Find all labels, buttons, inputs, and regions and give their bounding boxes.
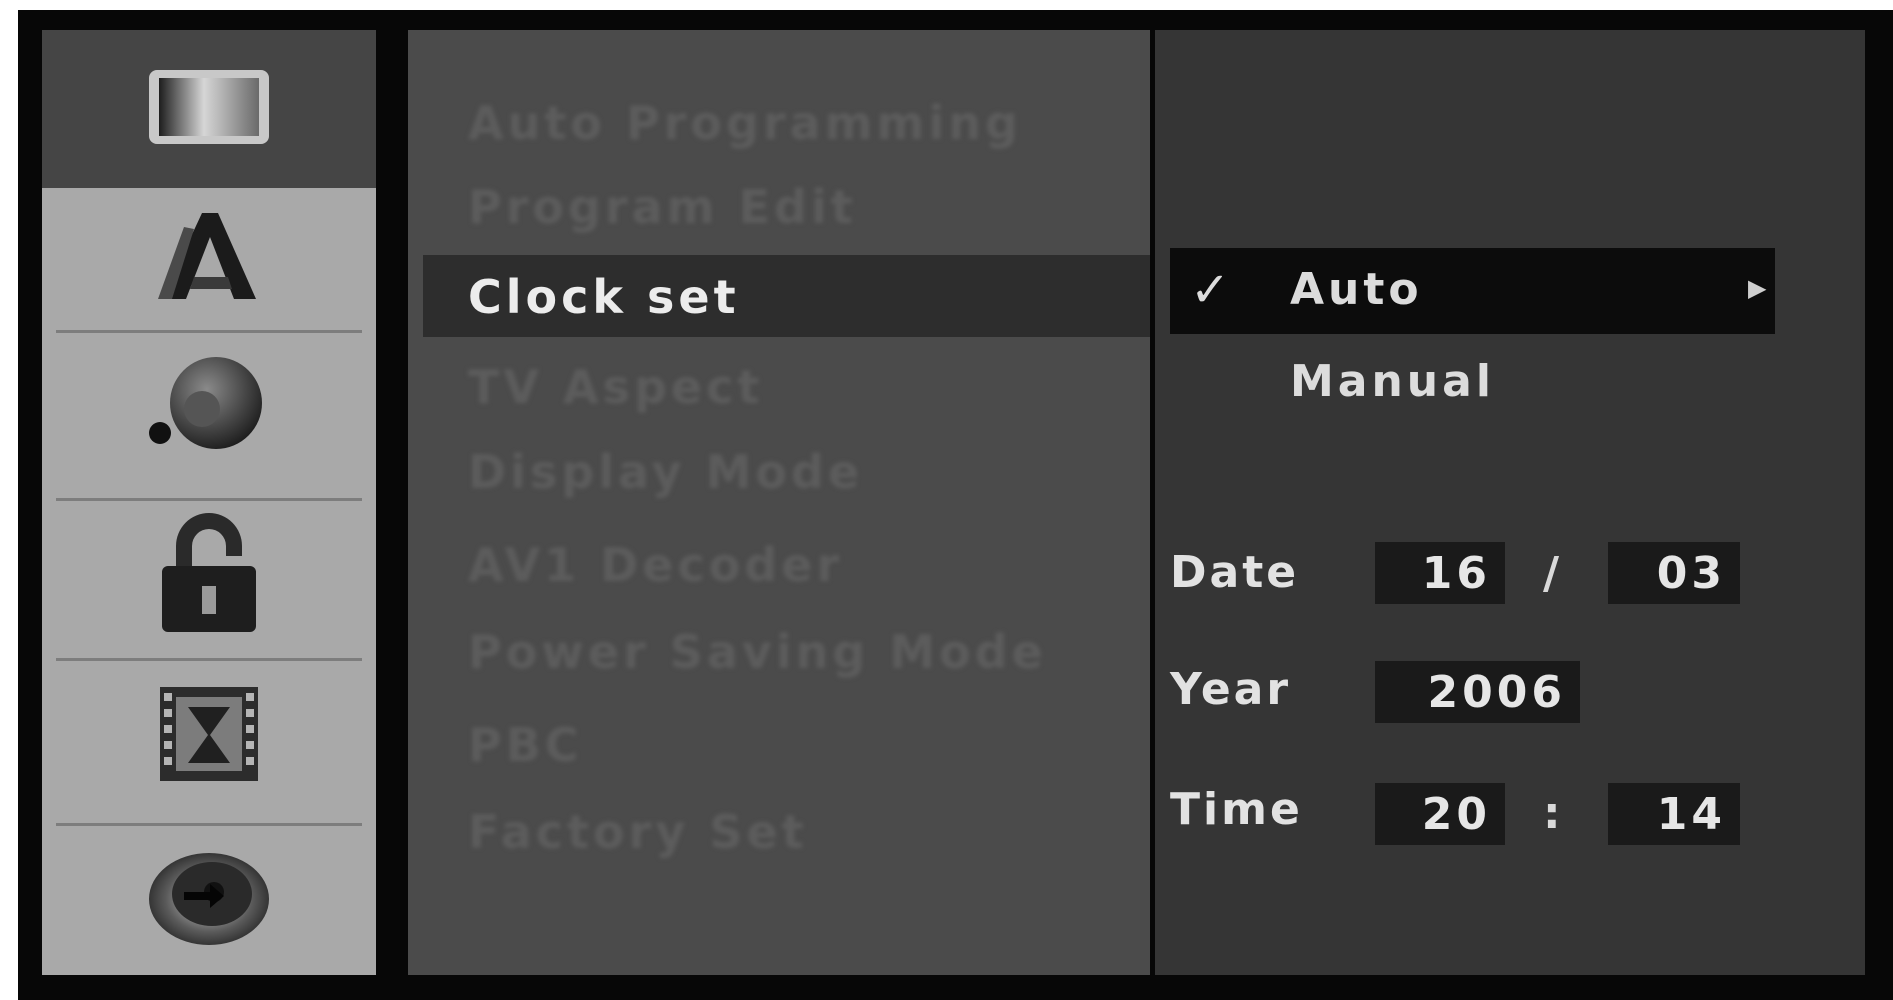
category-lock[interactable] <box>42 501 376 651</box>
option-auto-highlight[interactable] <box>1170 248 1775 334</box>
date-separator: / <box>1543 548 1560 599</box>
display-icon <box>147 66 271 152</box>
date-day-field[interactable]: 16 <box>1375 542 1505 604</box>
time-label: Time <box>1170 784 1303 835</box>
auto-check-icon: ✓ <box>1190 262 1235 318</box>
menu-item-display-mode[interactable]: Display Mode <box>468 445 863 499</box>
category-display[interactable] <box>42 30 376 188</box>
menu-item-power-saving-mode[interactable]: Power Saving Mode <box>468 625 1047 679</box>
language-icon <box>154 207 264 311</box>
time-minute-field[interactable]: 14 <box>1608 783 1740 845</box>
menu-item-tv-aspect[interactable]: TV Aspect <box>468 360 763 414</box>
date-label: Date <box>1170 547 1300 598</box>
year-field[interactable]: 2006 <box>1375 661 1580 723</box>
time-separator: : <box>1543 788 1561 839</box>
disc-icon <box>144 844 274 958</box>
menu-item-factory-set[interactable]: Factory Set <box>468 805 808 859</box>
menu-item-av1-decoder[interactable]: AV1 Decoder <box>468 538 843 592</box>
lock-icon <box>154 512 264 640</box>
recording-icon <box>154 679 264 793</box>
category-recording[interactable] <box>42 661 376 811</box>
setup-menu-panel: Auto Programming Program Edit Clock set … <box>408 30 1150 975</box>
audio-icon <box>144 351 274 465</box>
submenu-arrow-icon: ▶ <box>1748 274 1771 302</box>
setup-category-column <box>42 30 376 975</box>
category-language[interactable] <box>42 188 376 330</box>
menu-item-clock-set[interactable]: Clock set <box>468 270 740 324</box>
option-manual[interactable]: Manual <box>1290 356 1495 407</box>
menu-item-pbc[interactable]: PBC <box>468 718 583 772</box>
category-disc[interactable] <box>42 826 376 975</box>
menu-item-program-edit[interactable]: Program Edit <box>468 180 857 234</box>
date-month-field[interactable]: 03 <box>1608 542 1740 604</box>
menu-item-auto-programming[interactable]: Auto Programming <box>468 96 1022 150</box>
year-label: Year <box>1170 664 1292 715</box>
option-auto[interactable]: Auto <box>1290 264 1423 315</box>
category-audio[interactable] <box>42 333 376 483</box>
time-hour-field[interactable]: 20 <box>1375 783 1505 845</box>
